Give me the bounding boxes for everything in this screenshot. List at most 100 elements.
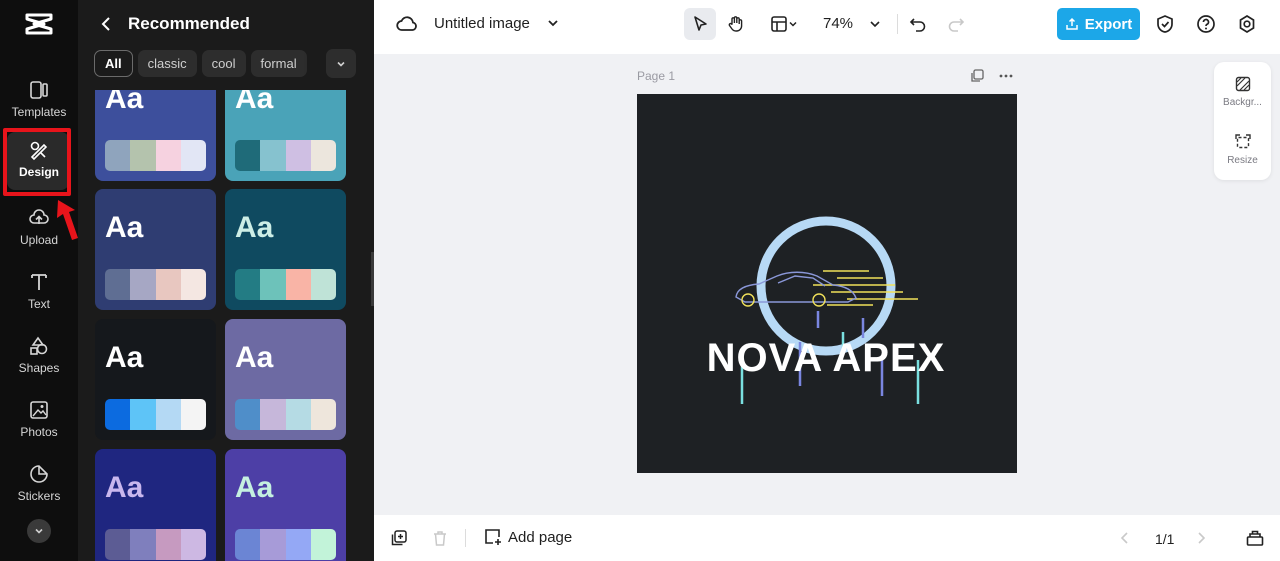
- color-swatch: [105, 140, 206, 171]
- more-options-icon[interactable]: [998, 68, 1014, 84]
- rail-item-label: Templates: [11, 105, 67, 119]
- design-cards-grid: Aa Aa Aa Aa Aa Aa Aa Aa: [78, 90, 374, 561]
- card-font-sample: Aa: [235, 90, 274, 115]
- upload-icon: [1065, 17, 1078, 30]
- card-font-sample: Aa: [105, 90, 144, 115]
- cloud-icon[interactable]: [396, 14, 418, 34]
- panel-title: Recommended: [128, 14, 250, 33]
- color-swatch: [235, 529, 336, 560]
- add-page-icon: [485, 529, 501, 545]
- chip-formal[interactable]: formal: [250, 50, 307, 77]
- gear-icon: [1239, 15, 1255, 33]
- chip-classic[interactable]: classic: [137, 50, 197, 77]
- shapes-icon: [30, 336, 48, 355]
- rail-item-label: Shapes: [18, 361, 60, 375]
- design-card[interactable]: Aa: [95, 449, 216, 561]
- bottom-bar: Add page 1/1: [374, 515, 1280, 561]
- card-font-sample: Aa: [105, 211, 144, 244]
- chevron-down-icon: [337, 61, 345, 67]
- resize-icon: [1234, 134, 1251, 149]
- resize-tool-label: Resize: [1227, 155, 1258, 166]
- rail-item-templates[interactable]: Templates: [0, 68, 78, 130]
- previous-page-icon[interactable]: [1116, 529, 1134, 547]
- document-title[interactable]: Untitled image: [434, 15, 530, 32]
- divider: [465, 529, 466, 547]
- logo-artwork[interactable]: NOVA APEX: [637, 94, 1017, 473]
- color-swatch: [105, 529, 206, 560]
- design-card[interactable]: Aa: [225, 449, 346, 561]
- resize-tool-button[interactable]: Resize: [1214, 134, 1271, 186]
- side-tools-panel: Backgr... Resize: [1214, 62, 1271, 180]
- design-panel: Recommended All classic cool formal Aa A…: [78, 0, 374, 561]
- design-card[interactable]: Aa: [95, 319, 216, 440]
- redo-icon: [948, 18, 965, 32]
- next-page-icon[interactable]: [1192, 529, 1210, 547]
- design-card[interactable]: Aa: [225, 319, 346, 440]
- select-tool-button[interactable]: [684, 8, 716, 40]
- design-card[interactable]: Aa: [225, 90, 346, 181]
- chips-fade: [304, 48, 326, 80]
- stickers-icon: [30, 465, 48, 483]
- chevron-down-icon: [870, 21, 880, 28]
- undo-icon: [909, 18, 926, 32]
- export-button[interactable]: Export: [1057, 8, 1140, 40]
- rail-item-stickers[interactable]: Stickers: [0, 452, 78, 514]
- zoom-level[interactable]: 74%: [823, 15, 853, 32]
- top-bar: Untitled image 74% Export: [374, 0, 1280, 48]
- zoom-menu-button[interactable]: [859, 8, 891, 40]
- shield-icon: [1157, 15, 1173, 33]
- color-swatch: [105, 269, 206, 300]
- export-label: Export: [1084, 15, 1133, 33]
- chevron-down-icon: [35, 528, 43, 534]
- background-icon: [1235, 76, 1250, 92]
- add-page-label: Add page: [508, 528, 573, 546]
- design-card[interactable]: Aa: [225, 189, 346, 310]
- templates-icon: [30, 81, 48, 99]
- back-arrow-icon[interactable]: [98, 15, 116, 33]
- color-swatch: [235, 399, 336, 430]
- divider: [897, 14, 898, 34]
- chevron-down-icon[interactable]: [546, 16, 560, 30]
- settings-button[interactable]: [1231, 8, 1263, 40]
- redo-button[interactable]: [940, 8, 972, 40]
- undo-button[interactable]: [902, 8, 934, 40]
- background-tool-button[interactable]: Backgr...: [1214, 76, 1271, 128]
- delete-icon[interactable]: [431, 529, 449, 547]
- layout-icon: [771, 16, 787, 32]
- left-rail: Templates Design Upload Text Shapes Phot…: [0, 0, 78, 561]
- design-artboard[interactable]: NOVA APEX: [637, 94, 1017, 473]
- rail-item-label: Stickers: [17, 489, 61, 503]
- card-font-sample: Aa: [235, 341, 274, 374]
- rail-more-button[interactable]: [27, 519, 51, 543]
- pages-panel-icon[interactable]: [1246, 529, 1264, 547]
- layout-menu-button[interactable]: [764, 8, 804, 40]
- chips-more-button[interactable]: [326, 49, 356, 78]
- panel-header: Recommended: [78, 0, 374, 48]
- page-counter: 1/1: [1155, 531, 1175, 547]
- hand-tool-button[interactable]: [720, 8, 752, 40]
- pointer-icon: [694, 16, 707, 31]
- photos-icon: [30, 401, 48, 419]
- hand-icon: [728, 16, 743, 32]
- design-card[interactable]: Aa: [95, 90, 216, 181]
- rail-item-label: Photos: [20, 425, 58, 439]
- duplicate-icon[interactable]: [390, 529, 408, 547]
- rail-item-shapes[interactable]: Shapes: [0, 324, 78, 386]
- add-page-button[interactable]: Add page: [484, 528, 572, 546]
- rail-item-photos[interactable]: Photos: [0, 388, 78, 450]
- chip-cool[interactable]: cool: [201, 50, 246, 77]
- annotation-highlight-box: [3, 128, 71, 196]
- design-card[interactable]: Aa: [95, 189, 216, 310]
- shield-button[interactable]: [1149, 8, 1181, 40]
- rail-item-label: Upload: [19, 233, 59, 247]
- color-swatch: [235, 269, 336, 300]
- card-font-sample: Aa: [235, 471, 274, 504]
- annotation-arrow-icon: [57, 200, 78, 240]
- chip-all[interactable]: All: [94, 50, 133, 77]
- logo-text: NOVA APEX: [707, 336, 946, 380]
- rail-item-text[interactable]: Text: [0, 260, 78, 322]
- text-icon: [31, 274, 47, 290]
- capcut-logo[interactable]: [24, 11, 54, 37]
- help-button[interactable]: [1190, 8, 1222, 40]
- duplicate-page-icon[interactable]: [969, 68, 985, 84]
